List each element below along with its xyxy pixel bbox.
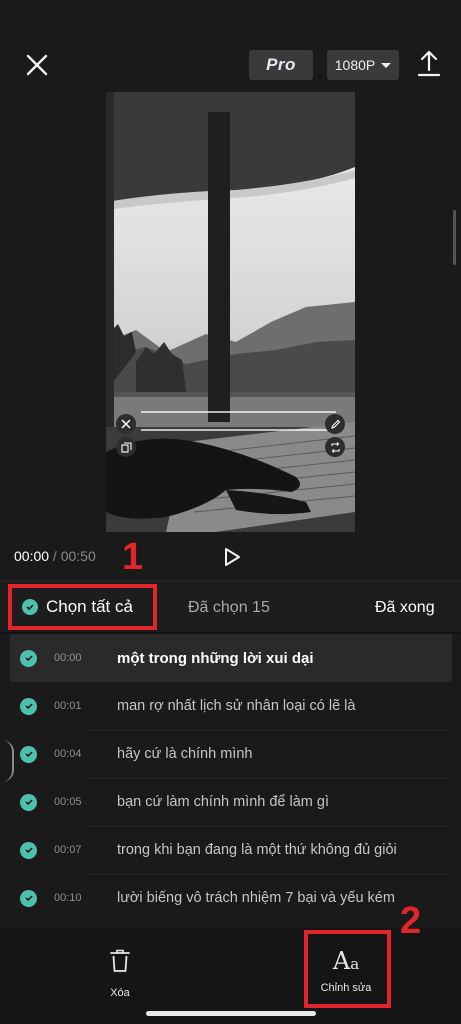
play-icon[interactable] <box>221 545 243 569</box>
bottom-toolbar: Xóa Aa Chỉnh sửa <box>0 928 461 1024</box>
time-display: 00:00 / 00:50 <box>14 548 96 564</box>
upload-icon[interactable] <box>414 48 444 80</box>
caption-row[interactable]: 00:05 bạn cứ làm chính mình để làm gì <box>10 778 452 826</box>
time-separator: / <box>49 548 61 564</box>
annotation-box-1 <box>8 584 157 630</box>
caption-row[interactable]: 00:07 trong khi bạn đang là một thứ khôn… <box>10 826 452 874</box>
pro-badge[interactable]: Pro <box>249 50 313 80</box>
pro-label: Pro <box>266 55 296 74</box>
caption-text: man rợ nhất lịch sử nhân loại có lẽ là <box>117 698 356 714</box>
caption-time: 00:04 <box>54 748 82 760</box>
caption-time: 00:07 <box>54 844 82 856</box>
home-indicator[interactable] <box>146 1011 316 1016</box>
chevron-down-icon <box>381 62 392 68</box>
check-circle-icon[interactable] <box>20 793 37 811</box>
trash-icon <box>108 948 132 979</box>
done-button[interactable]: Đã xong <box>375 599 435 617</box>
check-circle-icon[interactable] <box>20 889 37 907</box>
caption-text: một trong những lời xui dại <box>117 649 314 667</box>
check-circle-icon[interactable] <box>20 841 37 859</box>
close-icon[interactable] <box>22 50 52 80</box>
delete-label: Xóa <box>110 987 130 999</box>
caption-list[interactable]: 00:00 một trong những lời xui dại 00:01 … <box>0 634 461 928</box>
annotation-marker-1: 1 <box>122 536 144 578</box>
resolution-dropdown[interactable]: 1080P <box>327 50 399 80</box>
copy-icon[interactable] <box>116 437 136 457</box>
close-icon[interactable] <box>116 414 136 434</box>
caption-text: lười biếng vô trách nhiệm 7 bại và yếu k… <box>117 890 395 906</box>
scroll-handle[interactable] <box>2 740 14 782</box>
caption-text: bạn cứ làm chính mình để làm gì <box>117 794 330 810</box>
edit-pencil-icon[interactable] <box>325 414 345 434</box>
caption-time: 00:05 <box>54 796 82 808</box>
caption-text: trong khi bạn đang là một thứ không đủ g… <box>117 842 397 858</box>
rotate-scale-icon[interactable] <box>325 437 345 457</box>
current-time: 00:00 <box>14 548 50 564</box>
delete-button[interactable]: Xóa <box>100 948 140 999</box>
caption-time: 00:00 <box>54 652 82 664</box>
preview-area: 00:00 / 00:50 <box>0 90 461 580</box>
scrollbar[interactable] <box>453 210 456 265</box>
annotation-marker-2: 2 <box>400 900 422 942</box>
check-circle-icon[interactable] <box>20 745 37 763</box>
resolution-value: 1080P <box>334 57 376 73</box>
selected-count: Đã chọn 15 <box>188 599 270 616</box>
caption-time: 00:01 <box>54 700 82 712</box>
video-preview[interactable] <box>106 92 355 532</box>
total-time: 00:50 <box>60 548 96 564</box>
caption-row[interactable]: 00:10 lười biếng vô trách nhiệm 7 bại và… <box>10 874 452 922</box>
caption-time: 00:10 <box>54 892 82 904</box>
caption-row[interactable]: 00:04 hãy cứ là chính mình <box>10 730 452 778</box>
top-bar: Pro 1080P <box>0 0 461 90</box>
check-circle-icon[interactable] <box>20 649 37 667</box>
caption-text: hãy cứ là chính mình <box>117 746 253 762</box>
annotation-box-2 <box>304 930 391 1008</box>
caption-row[interactable]: 00:00 một trong những lời xui dại <box>10 634 452 682</box>
check-circle-icon[interactable] <box>20 697 37 715</box>
caption-row[interactable]: 00:01 man rợ nhất lịch sử nhân loại có l… <box>10 682 452 730</box>
